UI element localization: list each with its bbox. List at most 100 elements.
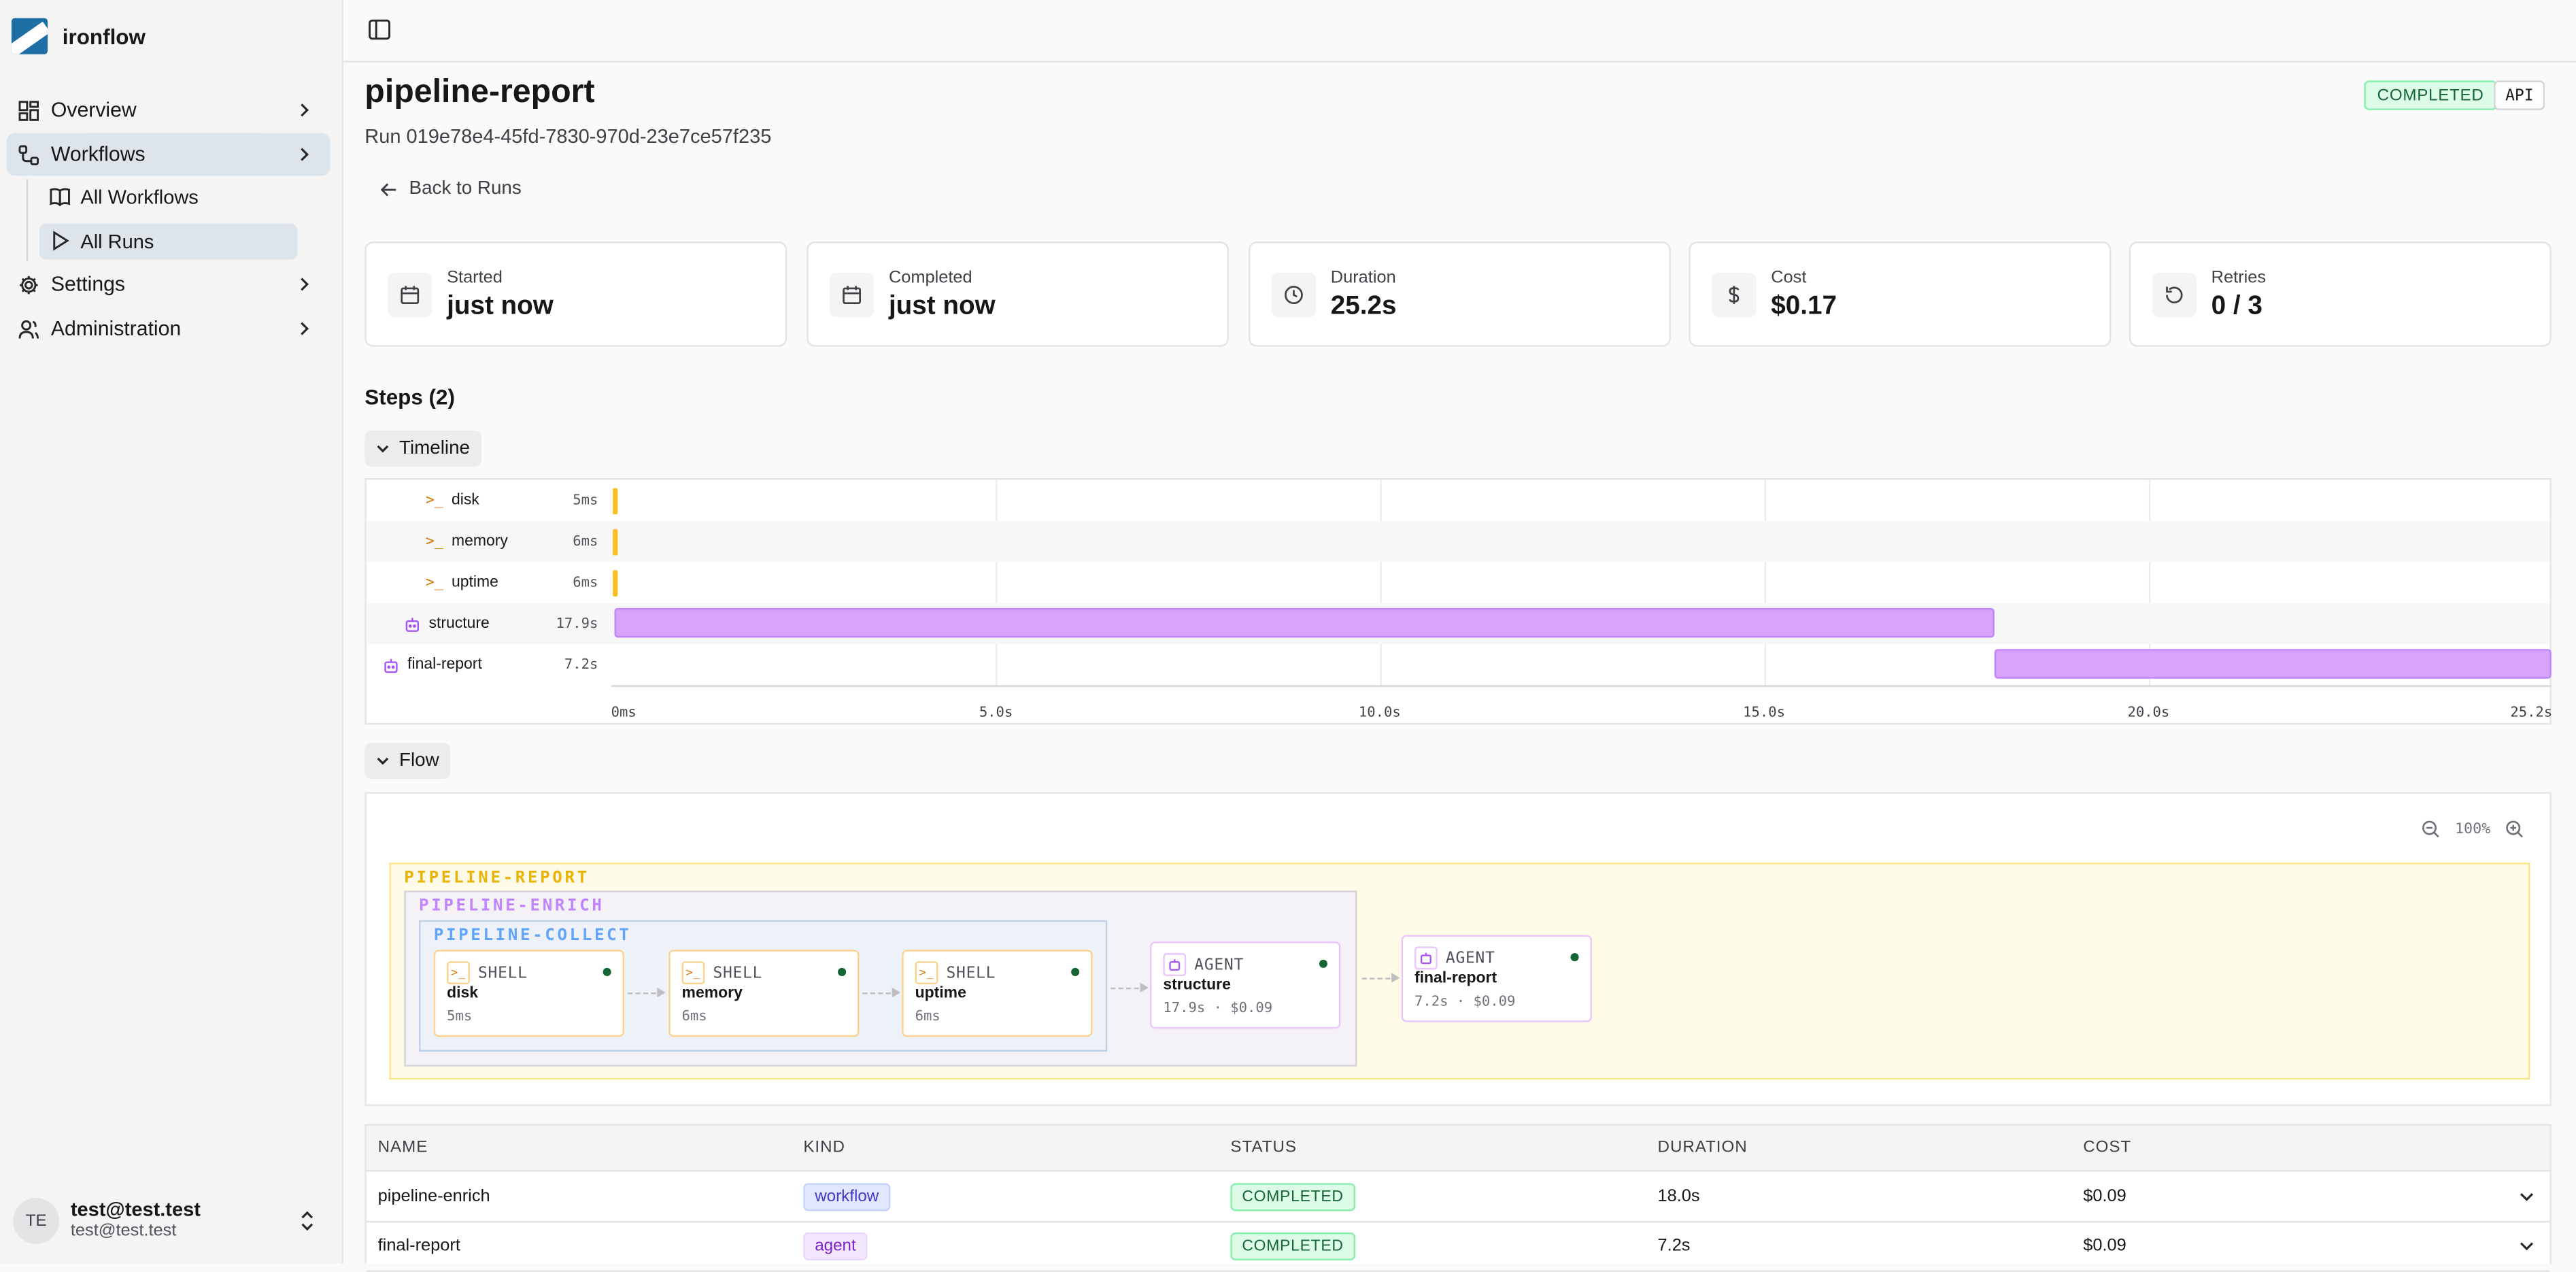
book-open-icon [49,186,72,209]
timeline-toggle-label: Timeline [399,439,470,459]
timeline-bar-final-report[interactable] [1995,649,2552,679]
flow-node-structure[interactable]: AGENT structure 17.9s · $0.09 [1150,941,1341,1029]
stat-value: just now [888,292,996,321]
column-header[interactable]: DURATION [1658,1139,1748,1157]
back-to-runs-link[interactable]: Back to Runs [379,179,522,199]
node-meta: 6ms [681,1009,707,1026]
flow-toggle[interactable]: Flow [365,742,451,780]
flow-node-final-report[interactable]: AGENT final-report 7.2s · $0.09 [1401,935,1592,1022]
subitem-label: All Workflows [80,185,199,209]
column-header[interactable]: STATUS [1230,1139,1297,1157]
table-row[interactable]: final-report agent COMPLETED 7.2s $0.09 [366,1221,2550,1272]
stat-retries: Retries 0 / 3 [2129,241,2552,347]
group-pipeline-collect[interactable]: PIPELINE-COLLECT >_ SHELL disk 5ms >_ SH… [419,920,1108,1052]
timeline-tick: 20.0s [2127,705,2170,722]
status-badge: COMPLETED [1230,1183,1355,1211]
sidebar-subitem-all-workflows[interactable]: All Workflows [39,179,297,215]
terminal-icon: >_ [681,961,705,985]
terminal-icon: >_ [425,492,443,509]
node-kind: >_ SHELL [447,961,528,985]
node-meta: 7.2s · $0.09 [1414,994,1516,1011]
brand[interactable]: ironflow [11,18,146,54]
timeline-step: >_ disk [426,491,479,509]
timeline-row[interactable]: >_ memory 6ms [366,520,2550,563]
timeline-bar-structure[interactable] [614,607,1994,638]
zoom-out-icon[interactable] [2422,820,2441,838]
user-menu[interactable]: TE test@test.test test@test.test [13,1196,330,1245]
timeline-step-name: uptime [451,573,498,592]
play-icon [49,230,72,253]
column-header[interactable]: NAME [378,1139,428,1157]
node-kind: >_ SHELL [681,961,763,985]
chevron-right-icon [301,103,309,117]
sidebar-item-settings[interactable]: Settings [7,263,331,306]
dollar-icon [1712,273,1757,318]
timeline-row[interactable]: structure 17.9s [366,603,2550,644]
status-badge: COMPLETED [2364,80,2497,110]
chevron-down-icon[interactable] [2517,1186,2537,1206]
zoom-level: 100% [2454,820,2491,837]
sidebar-item-label: Workflows [50,143,146,166]
node-kind: AGENT [1414,946,1495,970]
timeline-row[interactable]: >_ disk 5ms [367,480,2550,520]
submenu-guide [26,179,29,262]
column-header[interactable]: KIND [803,1139,845,1157]
timeline-bar-disk[interactable] [613,488,618,515]
timeline-step-name: disk [451,491,479,509]
cell-duration: 7.2s [1657,1235,1691,1256]
flow-node-disk[interactable]: >_ SHELL disk 5ms [433,950,625,1037]
cell-name: final-report [377,1235,460,1256]
bot-icon [405,617,420,631]
retry-icon [2152,273,2197,318]
flow-node-uptime[interactable]: >_ SHELL uptime 6ms [902,950,1093,1037]
timeline-step-duration: 6ms [573,575,598,592]
subitem-label: All Runs [80,230,154,254]
node-kind-label: AGENT [1194,955,1244,974]
sidebar-item-administration[interactable]: Administration [7,307,331,350]
sidebar-item-overview[interactable]: Overview [7,88,331,131]
steps-table: NAME KIND STATUS DURATION COST pipeline-… [365,1124,2552,1272]
group-pipeline-report[interactable]: PIPELINE-REPORT PIPELINE-ENRICH PIPELINE… [389,863,2530,1080]
timeline-step-name: structure [428,614,490,633]
flow-edge [627,987,666,998]
table-row[interactable]: pipeline-enrich workflow COMPLETED 18.0s… [366,1171,2550,1223]
group-label: PIPELINE-COLLECT [433,926,632,945]
chevron-down-icon[interactable] [2517,1236,2537,1256]
zoom-in-icon[interactable] [2505,820,2524,838]
flow-node-memory[interactable]: >_ SHELL memory 6ms [668,950,860,1037]
timeline-bar-uptime[interactable] [613,570,618,597]
back-label: Back to Runs [409,179,522,199]
timeline-axis [611,685,2552,687]
sidebar-subitem-all-runs[interactable]: All Runs [39,223,298,260]
clock-icon [1271,273,1317,318]
sidebar-item-label: Administration [50,317,182,341]
stat-label: Started [447,267,503,288]
cell-duration: 18.0s [1657,1186,1700,1207]
node-kind-label: SHELL [713,963,763,982]
status-dot [1071,967,1080,976]
chevron-right-icon [301,322,309,335]
bot-icon [1414,946,1438,970]
sidebar-toggle-icon[interactable] [368,18,391,41]
node-meta: 17.9s · $0.09 [1163,1001,1273,1018]
group-pipeline-enrich[interactable]: PIPELINE-ENRICH PIPELINE-COLLECT >_ SHEL… [404,890,1357,1067]
chevrons-up-down-icon [301,1211,313,1231]
stat-label: Retries [2211,267,2267,288]
flow-edge [1111,982,1149,993]
status-dot [1570,953,1579,962]
timeline-step-name: memory [451,532,508,551]
column-header[interactable]: COST [2083,1139,2131,1157]
stat-value: 25.2s [1330,292,1397,321]
timeline-step: final-report [383,656,482,673]
timeline-row[interactable]: final-report 7.2s [367,644,2552,685]
timeline-row[interactable]: >_ uptime 6ms [367,562,2550,603]
timeline-toggle[interactable]: Timeline [365,430,481,467]
timeline-bar-memory[interactable] [613,529,618,556]
flow-diagram[interactable]: 100% PIPELINE-REPORT PIPELINE-ENRICH PIP… [365,792,2552,1106]
timeline-tick: 10.0s [1358,705,1401,722]
sidebar-item-workflows[interactable]: Workflows [6,133,331,176]
node-kind: AGENT [1163,953,1244,976]
flow-toggle-label: Flow [399,751,439,771]
avatar: TE [13,1198,59,1244]
trigger-badge: API [2494,80,2545,110]
